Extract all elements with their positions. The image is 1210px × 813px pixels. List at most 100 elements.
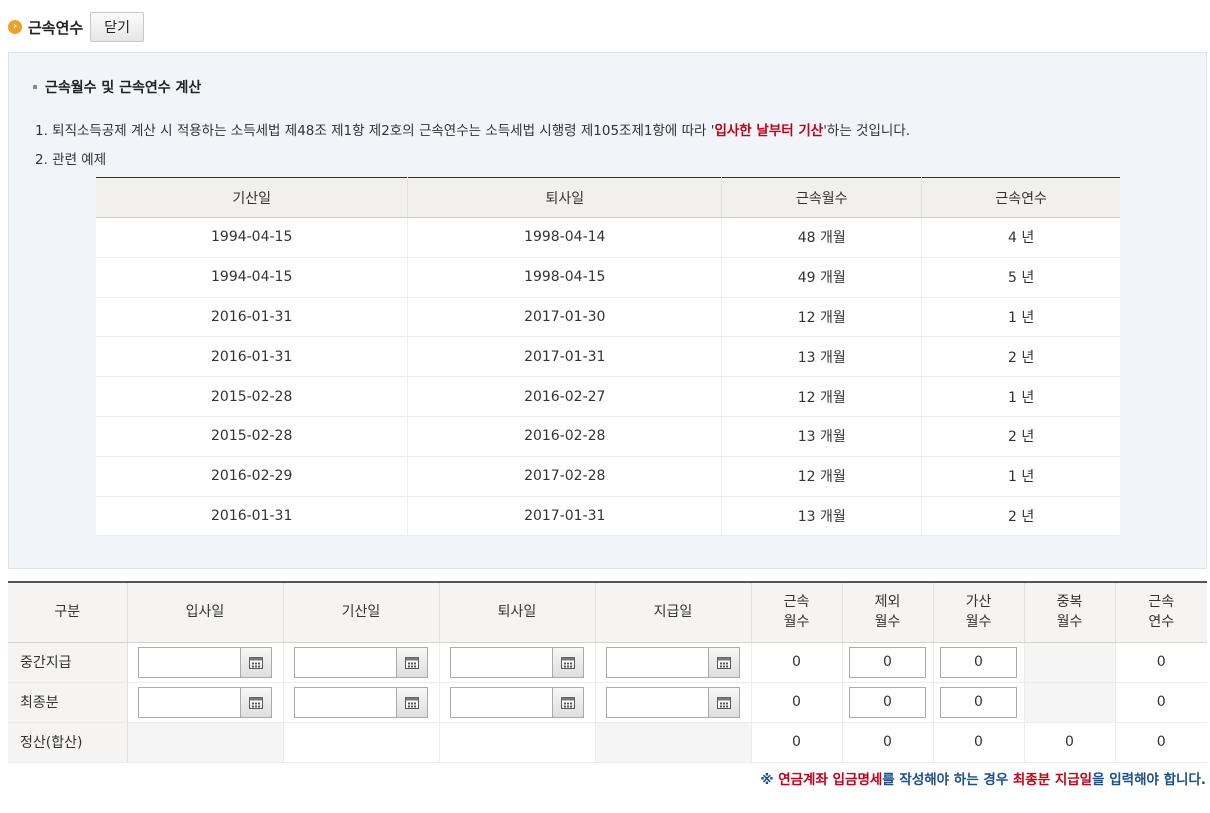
header-service-years-line2: 연수 bbox=[1148, 614, 1175, 631]
example-header-leave-date: 퇴사일 bbox=[407, 177, 723, 218]
notice-highlight-1: 연금계좌 입금명세 bbox=[778, 772, 883, 788]
final-added-months-input[interactable] bbox=[940, 686, 1017, 718]
header-service-years: 근속 연수 bbox=[1115, 582, 1207, 643]
example-cell: 1994-04-15 bbox=[96, 257, 409, 298]
example-cell: 13 개월 bbox=[721, 336, 923, 378]
date-picker bbox=[440, 686, 595, 718]
example-header-start-date: 기산일 bbox=[96, 177, 409, 218]
example-cell: 2016-01-31 bbox=[96, 297, 409, 338]
header-service-months: 근속 월수 bbox=[751, 582, 843, 643]
notice-middle: 를 작성해야 하는 경우 bbox=[882, 772, 1013, 788]
table-row: 2015-02-28 2016-02-27 12 개월 1 년 bbox=[96, 376, 1120, 417]
example-cell: 2 년 bbox=[921, 416, 1120, 457]
example-cell: 5 년 bbox=[921, 257, 1120, 298]
calendar-icon[interactable] bbox=[397, 686, 428, 718]
interim-excluded-months-input[interactable] bbox=[849, 646, 926, 678]
final-leave-date-cell bbox=[439, 682, 596, 723]
settlement-leave-date-empty bbox=[439, 722, 596, 763]
date-picker bbox=[284, 686, 439, 718]
date-picker bbox=[440, 646, 595, 678]
final-leave-date-input[interactable] bbox=[450, 686, 553, 718]
section-title-text: 근속월수 및 근속연수 계산 bbox=[45, 80, 202, 96]
final-join-date-input[interactable] bbox=[138, 686, 241, 718]
calendar-icon[interactable] bbox=[241, 686, 272, 718]
example-table: 기산일 퇴사일 근속월수 근속연수 1994-04-15 1998-04-14 … bbox=[96, 177, 1120, 537]
final-label: 최종분 bbox=[8, 682, 128, 723]
header-pay-date: 지급일 bbox=[595, 582, 752, 643]
explanation-line-1: 1. 퇴직소득공제 계산 시 적용하는 소득세법 제48조 제1항 제2호의 근… bbox=[35, 119, 910, 139]
interim-start-date-cell bbox=[283, 642, 440, 683]
settlement-service-months: 0 bbox=[751, 722, 843, 763]
date-picker bbox=[128, 686, 283, 718]
chevron-circle-icon: › bbox=[8, 20, 22, 34]
close-button[interactable]: 닫기 bbox=[90, 12, 144, 42]
table-row: 1994-04-15 1998-04-15 49 개월 5 년 bbox=[96, 257, 1120, 298]
final-excluded-months-input[interactable] bbox=[849, 686, 926, 718]
calendar-icon[interactable] bbox=[709, 686, 740, 718]
settlement-join-date-empty bbox=[127, 722, 284, 763]
interim-pay-date-cell bbox=[595, 642, 752, 683]
interim-added-months-input[interactable] bbox=[940, 646, 1017, 678]
header-category: 구분 bbox=[8, 582, 128, 643]
explanation-line-2: 2. 관련 예제 bbox=[35, 152, 107, 168]
example-cell: 1998-04-14 bbox=[407, 217, 723, 258]
table-row: 2015-02-28 2016-02-28 13 개월 2 년 bbox=[96, 416, 1120, 457]
calendar-icon[interactable] bbox=[709, 646, 740, 678]
settlement-pay-date-empty bbox=[595, 722, 752, 763]
calendar-icon[interactable] bbox=[241, 646, 272, 678]
header-start-date: 기산일 bbox=[283, 582, 440, 643]
settlement-excluded-months: 0 bbox=[842, 722, 934, 763]
page-header: › 근속연수 닫기 bbox=[8, 12, 144, 42]
calc-table: 구분 입사일 기산일 퇴사일 지급일 근속 월수 제외 월수 가산 월수 중복 월수 근… bbox=[8, 581, 1207, 763]
interim-added-months-cell bbox=[933, 642, 1025, 683]
example-cell: 1994-04-15 bbox=[96, 217, 409, 258]
example-cell: 13 개월 bbox=[721, 496, 923, 537]
settlement-service-years: 0 bbox=[1115, 722, 1207, 763]
example-cell: 2017-02-28 bbox=[407, 456, 723, 497]
example-cell: 2 년 bbox=[921, 496, 1120, 537]
table-row: 1994-04-15 1998-04-14 48 개월 4 년 bbox=[96, 217, 1120, 258]
example-cell: 12 개월 bbox=[721, 376, 923, 417]
example-cell: 12 개월 bbox=[721, 297, 923, 338]
settlement-start-date-empty bbox=[283, 722, 440, 763]
interim-join-date-cell bbox=[127, 642, 284, 683]
example-header-row: 기산일 퇴사일 근속월수 근속연수 bbox=[96, 177, 1120, 218]
example-cell: 2017-01-30 bbox=[407, 297, 723, 338]
calendar-icon[interactable] bbox=[553, 686, 584, 718]
final-start-date-cell bbox=[283, 682, 440, 723]
section-title: 근속월수 및 근속연수 계산 bbox=[33, 77, 201, 97]
line1-after: '하는 것입니다. bbox=[823, 123, 911, 139]
interim-excluded-months-cell bbox=[842, 642, 934, 683]
example-cell: 2017-01-31 bbox=[407, 496, 723, 537]
settlement-added-months: 0 bbox=[933, 722, 1025, 763]
example-cell: 2016-01-31 bbox=[96, 336, 409, 378]
square-bullet-icon bbox=[33, 85, 37, 89]
interim-leave-date-input[interactable] bbox=[450, 646, 553, 678]
interim-pay-date-input[interactable] bbox=[606, 646, 709, 678]
settlement-duplicate-months: 0 bbox=[1024, 722, 1116, 763]
final-pay-date-cell bbox=[595, 682, 752, 723]
example-cell: 2017-01-31 bbox=[407, 336, 723, 378]
example-cell: 12 개월 bbox=[721, 456, 923, 497]
calc-header-row: 구분 입사일 기산일 퇴사일 지급일 근속 월수 제외 월수 가산 월수 중복 월수 근… bbox=[8, 582, 1207, 643]
interim-start-date-input[interactable] bbox=[294, 646, 397, 678]
interim-service-years: 0 bbox=[1115, 642, 1207, 683]
example-cell: 48 개월 bbox=[721, 217, 923, 258]
notice-mark: ※ bbox=[760, 772, 779, 788]
header-leave-date: 퇴사일 bbox=[439, 582, 596, 643]
line1-before: 1. 퇴직소득공제 계산 시 적용하는 소득세법 제48조 제1항 제2호의 근… bbox=[35, 123, 715, 139]
final-pay-date-input[interactable] bbox=[606, 686, 709, 718]
header-added-months-line1: 가산 bbox=[965, 594, 992, 611]
example-cell: 2015-02-28 bbox=[96, 376, 409, 417]
header-added-months-line2: 월수 bbox=[965, 614, 992, 631]
interim-join-date-input[interactable] bbox=[138, 646, 241, 678]
interim-leave-date-cell bbox=[439, 642, 596, 683]
calendar-icon[interactable] bbox=[397, 646, 428, 678]
example-cell: 2015-02-28 bbox=[96, 416, 409, 457]
final-start-date-input[interactable] bbox=[294, 686, 397, 718]
calendar-icon[interactable] bbox=[553, 646, 584, 678]
header-join-date: 입사일 bbox=[127, 582, 284, 643]
interim-duplicate-months-empty bbox=[1024, 642, 1116, 683]
example-cell: 2 년 bbox=[921, 336, 1120, 378]
settlement-label: 정산(합산) bbox=[8, 722, 128, 763]
